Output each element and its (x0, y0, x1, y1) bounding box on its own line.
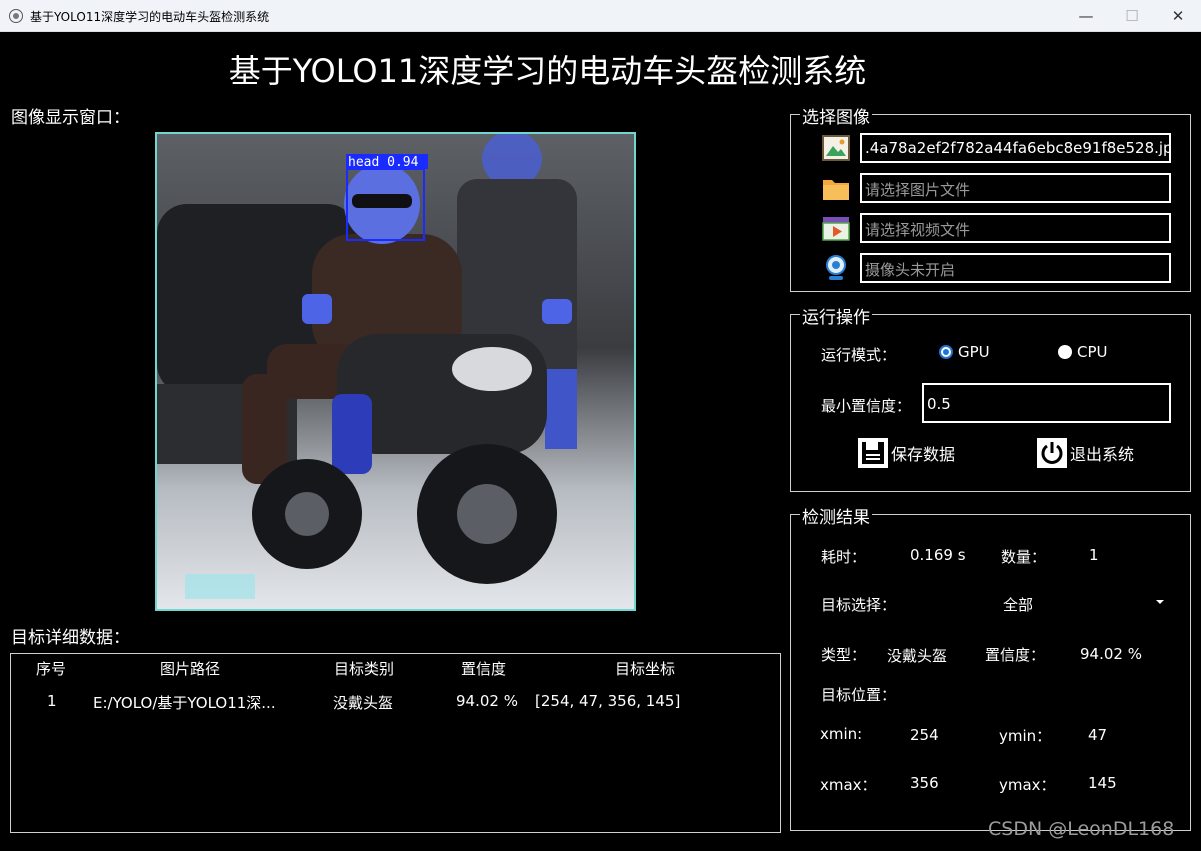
page-title: 基于YOLO11深度学习的电动车头盔检测系统 (228, 52, 867, 90)
confidence-label: 置信度： (985, 646, 1046, 664)
cpu-label[interactable]: CPU (1077, 343, 1108, 361)
confidence-value: 94.02 % (1080, 645, 1142, 663)
target-select-value: 全部 (1003, 596, 1034, 614)
gpu-radio[interactable] (939, 345, 953, 359)
count-value: 1 (1089, 546, 1099, 564)
table-row[interactable]: 1 E:/YOLO/基于YOLO11深... 没戴头盔 94.02 % [254… (11, 684, 780, 714)
min-confidence-input[interactable]: 0.5 (922, 383, 1171, 423)
video-icon[interactable] (821, 213, 851, 243)
ymax-value: 145 (1088, 774, 1117, 792)
column-header-class: 目标类别 (334, 660, 395, 678)
detection-image: head 0.94 (157, 134, 634, 609)
results-group: 检测结果 耗时： 0.169 s 数量： 1 目标选择： 全部 类型： 没戴头盔… (790, 503, 1191, 831)
camera-icon[interactable] (821, 253, 851, 283)
results-title: 检测结果 (800, 503, 872, 528)
target-select-dropdown[interactable]: 全部 (931, 587, 1171, 617)
image-icon[interactable] (821, 133, 851, 163)
image-display-label: 图像显示窗口： (11, 108, 130, 128)
column-header-index: 序号 (36, 660, 67, 678)
column-header-path: 图片路径 (160, 660, 221, 678)
target-position-label: 目标位置： (821, 686, 897, 704)
cell-index: 1 (47, 692, 57, 710)
exit-system-button[interactable]: 退出系统 (1036, 437, 1134, 469)
cell-confidence: 94.02 % (456, 692, 518, 710)
window-title: 基于YOLO11深度学习的电动车头盔检测系统 (30, 10, 270, 24)
operation-title: 运行操作 (800, 303, 872, 328)
maximize-button[interactable]: ☐ (1109, 0, 1155, 32)
time-value: 0.169 s (910, 546, 966, 564)
operation-group: 运行操作 运行模式： GPU CPU 最小置信度： 0.5 保存数据 退出系统 (790, 303, 1191, 492)
detection-label: head 0.94 (348, 155, 419, 170)
ymin-value: 47 (1088, 726, 1108, 744)
xmax-label: xmax： (820, 776, 877, 794)
image-file-input[interactable]: 请选择图片文件 (860, 173, 1171, 203)
minimize-button[interactable]: — (1063, 0, 1109, 32)
power-icon (1037, 438, 1067, 468)
details-table: 序号 图片路径 目标类别 置信度 目标坐标 1 E:/YOLO/基于YOLO11… (10, 653, 781, 833)
close-button[interactable]: ✕ (1155, 0, 1201, 32)
xmin-value: 254 (910, 726, 939, 744)
column-header-confidence: 置信度 (461, 660, 507, 678)
chevron-down-icon[interactable] (1156, 600, 1164, 604)
ymax-label: ymax： (999, 776, 1056, 794)
watermark: CSDN @LeonDL168 (988, 818, 1175, 840)
camera-status-field[interactable]: 摄像头未开启 (860, 253, 1171, 283)
time-label: 耗时： (821, 548, 867, 566)
count-label: 数量： (1001, 548, 1047, 566)
image-display: head 0.94 (155, 132, 636, 611)
app-icon (9, 9, 23, 23)
folder-icon[interactable] (821, 173, 851, 203)
select-image-title: 选择图像 (800, 103, 872, 128)
video-file-input[interactable]: 请选择视频文件 (860, 213, 1171, 243)
min-confidence-label: 最小置信度： (821, 397, 912, 415)
details-label: 目标详细数据： (11, 628, 130, 648)
column-header-coords: 目标坐标 (615, 660, 676, 678)
cell-coords: [254, 47, 356, 145] (535, 692, 681, 710)
gpu-label[interactable]: GPU (958, 343, 990, 361)
save-data-label: 保存数据 (891, 445, 956, 464)
select-image-group: 选择图像 .4a78a2ef2f782a44fa6ebc8e91f8e528.j… (790, 103, 1191, 292)
cell-path: E:/YOLO/基于YOLO11深... (93, 694, 276, 712)
target-select-label: 目标选择： (821, 596, 897, 614)
save-icon (858, 438, 888, 468)
cpu-radio[interactable] (1058, 345, 1072, 359)
ymin-label: ymin： (999, 727, 1052, 745)
save-data-button[interactable]: 保存数据 (857, 437, 955, 469)
exit-system-label: 退出系统 (1070, 445, 1135, 464)
xmax-value: 356 (910, 774, 939, 792)
image-path-field[interactable]: .4a78a2ef2f782a44fa6ebc8e91f8e528.jpg (860, 133, 1171, 163)
type-label: 类型： (821, 646, 867, 664)
cell-class: 没戴头盔 (333, 694, 394, 712)
xmin-label: xmin: (820, 725, 863, 743)
type-value: 没戴头盔 (887, 647, 948, 665)
run-mode-label: 运行模式： (821, 346, 897, 364)
window-titlebar: 基于YOLO11深度学习的电动车头盔检测系统 — ☐ ✕ (0, 0, 1201, 32)
